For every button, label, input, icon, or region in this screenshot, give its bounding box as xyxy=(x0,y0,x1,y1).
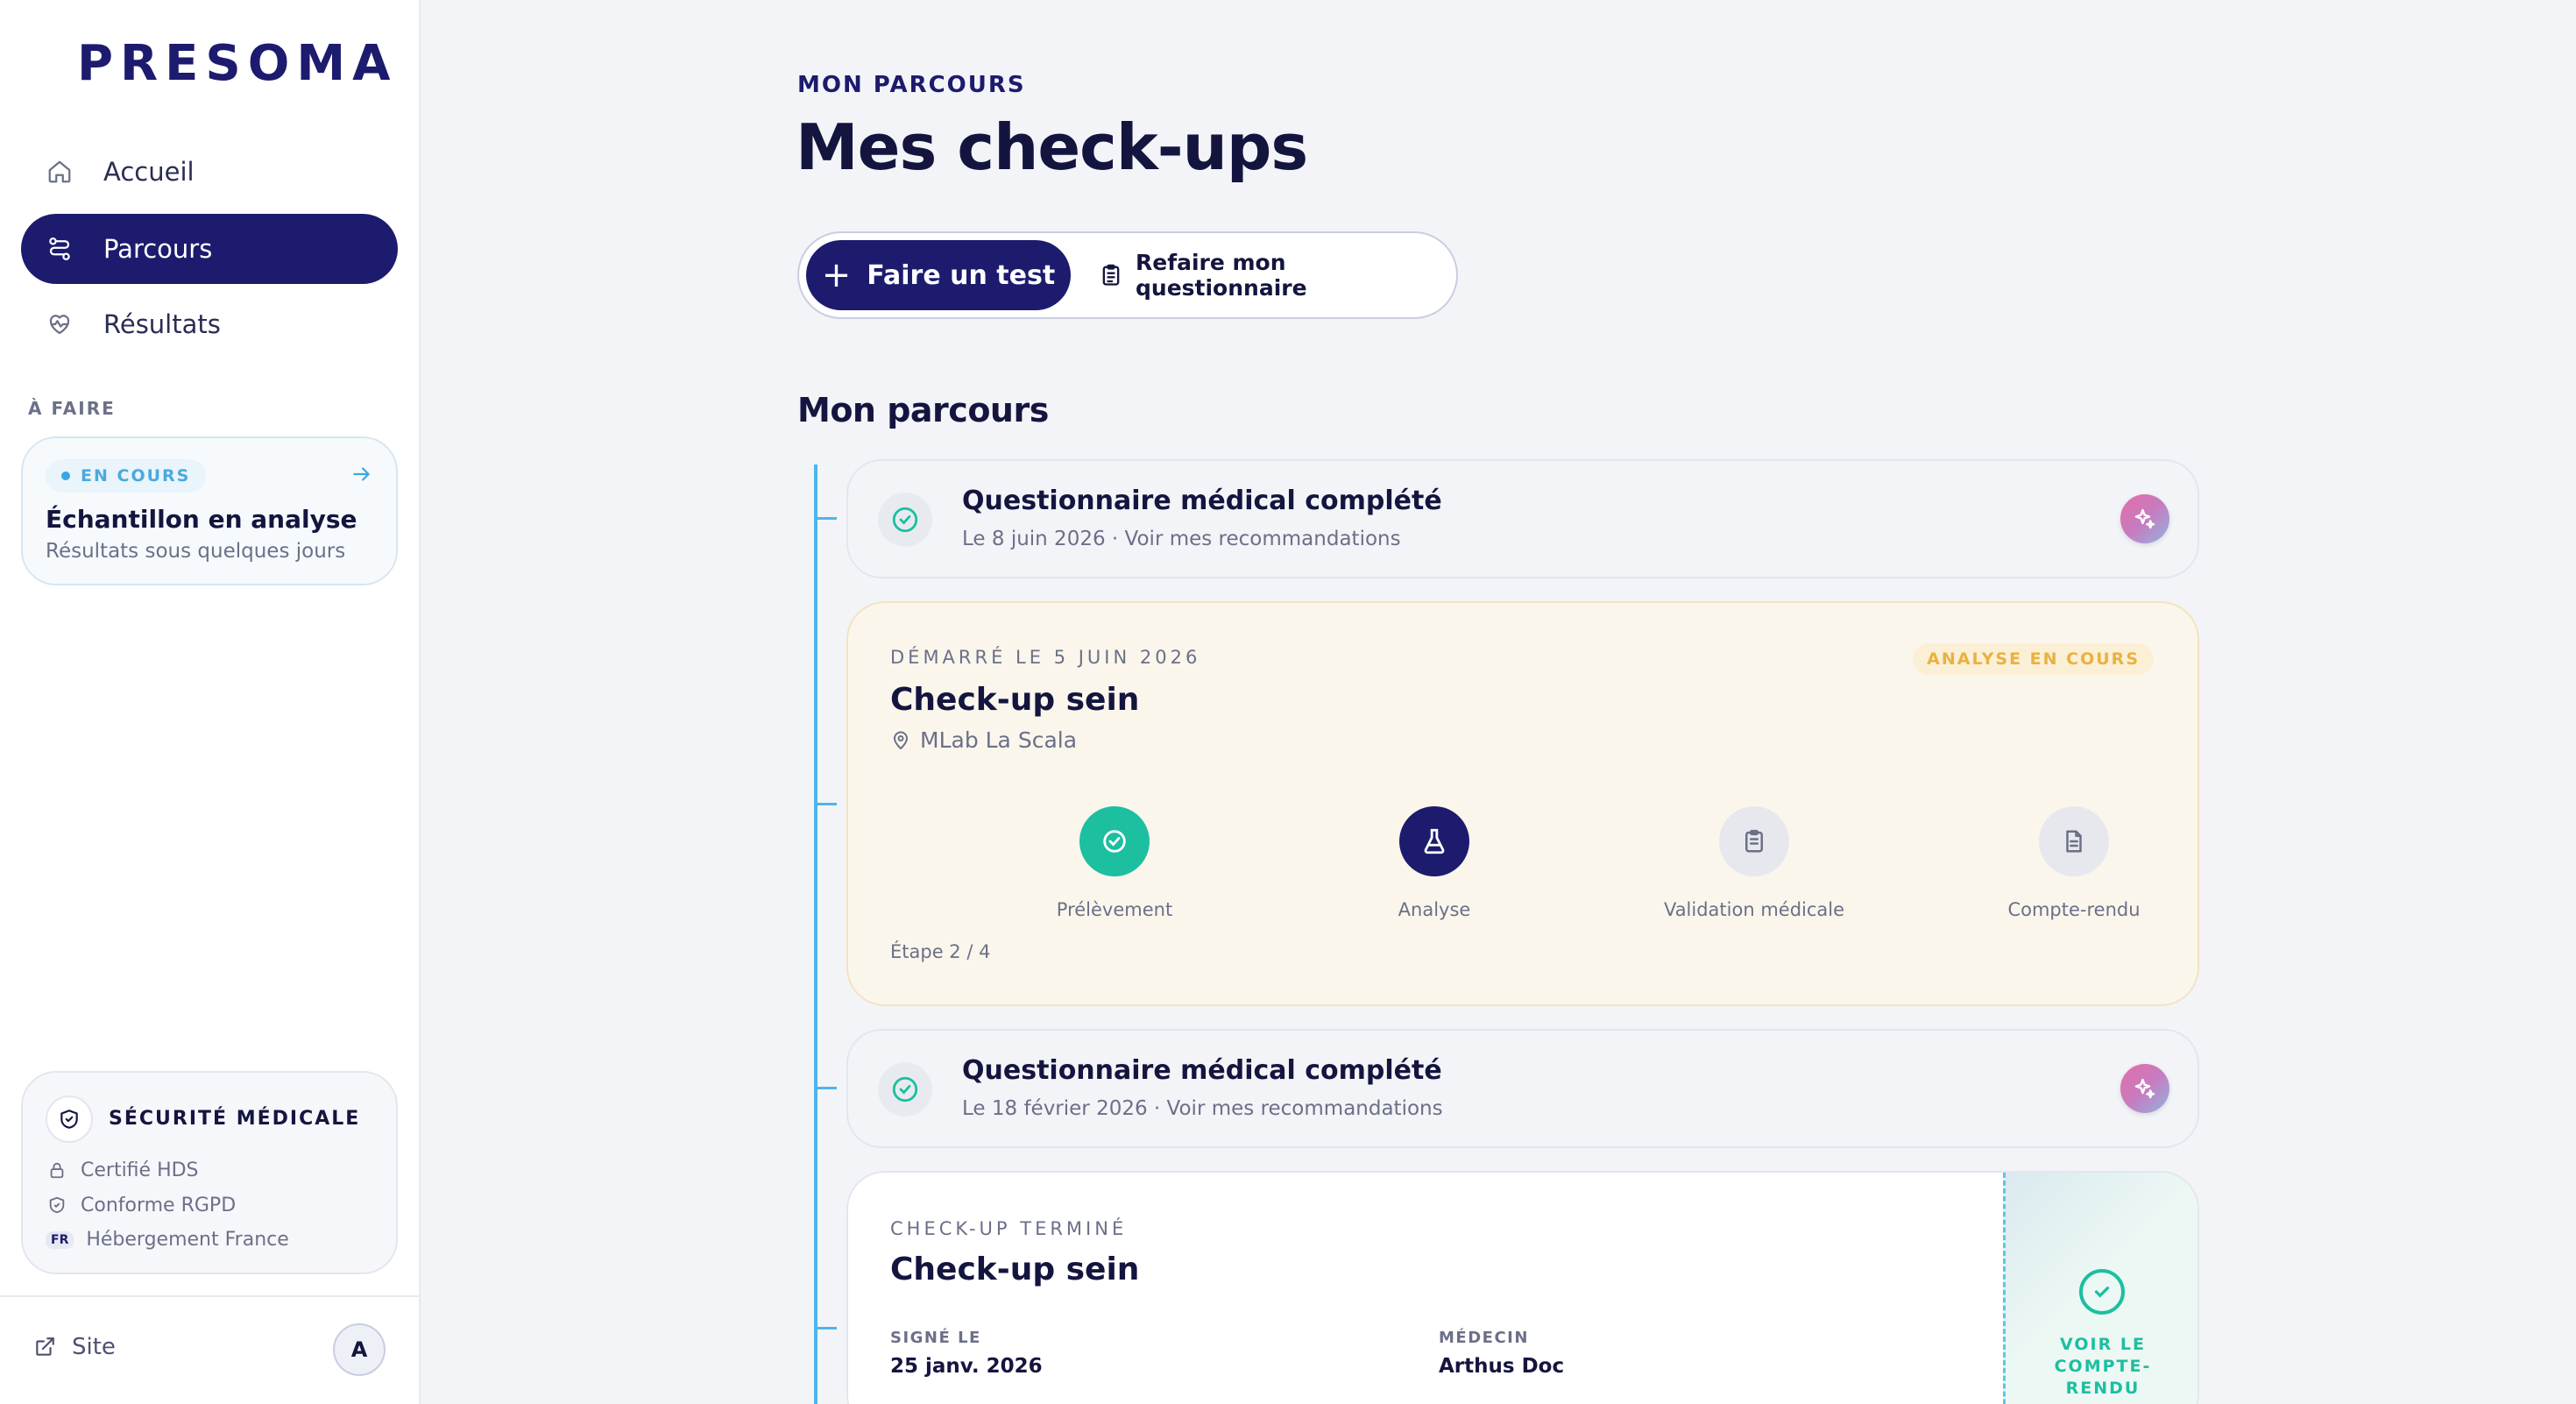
checkup-status: CHECK-UP TERMINÉ xyxy=(890,1218,1128,1239)
questionnaire-title: Questionnaire médical complété xyxy=(962,486,1442,516)
clipboard-icon xyxy=(1099,263,1123,287)
checkup-done-card[interactable]: CHECK-UP TERMINÉ Check-up sein SIGNÉ LE … xyxy=(846,1171,2199,1404)
security-title: SÉCURITÉ MÉDICALE xyxy=(109,1108,361,1130)
sidebar-item-parcours[interactable]: Parcours xyxy=(21,214,398,284)
todo-card-title: Échantillon en analyse xyxy=(46,505,357,534)
check-icon xyxy=(2079,1269,2125,1315)
view-report-label: VOIR LE COMPTE-RENDU xyxy=(2054,1335,2152,1398)
check-circle-icon xyxy=(1079,806,1150,876)
route-icon xyxy=(42,231,77,266)
todo-card-subtitle: Résultats sous quelques jours xyxy=(46,540,346,563)
document-icon xyxy=(2039,806,2109,876)
timeline-tick xyxy=(816,1327,837,1330)
sidebar: PRESOMA Accueil Parcours Résultats À FAI… xyxy=(0,0,421,1404)
questionnaire-title: Questionnaire médical complété xyxy=(962,1055,1442,1086)
doctor-label: MÉDECIN xyxy=(1439,1329,1529,1347)
view-report-button[interactable]: VOIR LE COMPTE-RENDU xyxy=(2003,1173,2197,1404)
checkup-title: Check-up sein xyxy=(890,1252,1140,1287)
clipboard-icon xyxy=(1719,806,1789,876)
check-circle-icon xyxy=(878,1062,932,1117)
fr-flag-badge: FR xyxy=(46,1230,74,1249)
site-link[interactable]: Site xyxy=(33,1334,116,1360)
doctor-value: Arthus Doc xyxy=(1439,1355,1565,1378)
status-badge: ANALYSE EN COURS xyxy=(1913,643,2154,675)
step-label: Analyse xyxy=(1398,899,1471,920)
step-analyse: Analyse xyxy=(1303,806,1566,920)
shield-icon xyxy=(46,1096,93,1143)
section-title: Mon parcours xyxy=(797,391,1049,429)
timeline-tick xyxy=(816,803,837,805)
refaire-questionnaire-button[interactable]: Refaire mon questionnaire xyxy=(1099,240,1456,310)
map-pin-icon xyxy=(890,730,911,751)
step-progress: Étape 2 / 4 xyxy=(890,941,991,962)
signed-label: SIGNÉ LE xyxy=(890,1329,981,1347)
sidebar-item-label: Accueil xyxy=(103,157,195,187)
check-circle-icon xyxy=(878,493,932,547)
brand-logo[interactable]: PRESOMA xyxy=(77,35,397,92)
checkup-start-date: DÉMARRÉ LE 5 JUIN 2026 xyxy=(890,647,1201,668)
shield-check-icon xyxy=(46,1194,68,1216)
todo-section-label: À FAIRE xyxy=(28,398,116,419)
checkup-active-card[interactable]: DÉMARRÉ LE 5 JUIN 2026 ANALYSE EN COURS … xyxy=(846,601,2199,1006)
security-item: Conforme RGPD xyxy=(46,1194,236,1216)
sidebar-item-label: Parcours xyxy=(103,234,213,264)
todo-card[interactable]: EN COURS Échantillon en analyse Résultat… xyxy=(21,436,398,585)
sparkles-icon[interactable] xyxy=(2120,494,2169,543)
checkup-location: MLab La Scala xyxy=(890,727,1077,753)
plus-icon: + xyxy=(821,255,852,295)
step-label: Validation médicale xyxy=(1663,899,1845,920)
sidebar-divider xyxy=(0,1295,421,1297)
external-link-icon xyxy=(33,1336,56,1358)
home-icon xyxy=(42,154,77,189)
action-bar: + Faire un test Refaire mon questionnair… xyxy=(797,231,1458,319)
timeline-tick xyxy=(816,1087,837,1089)
avatar[interactable]: A xyxy=(333,1323,386,1376)
sidebar-item-resultats[interactable]: Résultats xyxy=(21,289,398,359)
page-eyebrow: MON PARCOURS xyxy=(797,72,1026,98)
step-validation: Validation médicale xyxy=(1623,806,1886,920)
questionnaire-subtitle: Le 8 juin 2026 · Voir mes recommandation… xyxy=(962,528,1401,550)
sidebar-item-accueil[interactable]: Accueil xyxy=(21,137,398,207)
questionnaire-card[interactable]: Questionnaire médical complété Le 8 juin… xyxy=(846,459,2199,578)
status-badge: EN COURS xyxy=(46,459,207,493)
lock-icon xyxy=(46,1159,68,1181)
step-label: Prélèvement xyxy=(1056,899,1173,920)
step-prelevement: Prélèvement xyxy=(983,806,1246,920)
step-compte-rendu: Compte-rendu xyxy=(1943,806,2205,920)
page-title: Mes check-ups xyxy=(796,110,1308,184)
questionnaire-subtitle: Le 18 février 2026 · Voir mes recommanda… xyxy=(962,1097,1443,1120)
timeline-tick xyxy=(816,517,837,520)
step-label: Compte-rendu xyxy=(2007,899,2141,920)
questionnaire-card[interactable]: Questionnaire médical complété Le 18 fév… xyxy=(846,1029,2199,1148)
signed-value: 25 janv. 2026 xyxy=(890,1355,1043,1378)
faire-un-test-button[interactable]: + Faire un test xyxy=(806,240,1071,310)
security-card: SÉCURITÉ MÉDICALE Certifié HDS Conforme … xyxy=(21,1071,398,1274)
flask-icon xyxy=(1399,806,1469,876)
sidebar-item-label: Résultats xyxy=(103,309,221,339)
security-item: Certifié HDS xyxy=(46,1159,199,1181)
heart-pulse-icon xyxy=(42,307,77,342)
checkup-title: Check-up sein xyxy=(890,682,1140,718)
arrow-right-icon xyxy=(350,463,373,492)
timeline-line xyxy=(814,464,817,1404)
sparkles-icon[interactable] xyxy=(2120,1064,2169,1113)
security-item: FR Hébergement France xyxy=(46,1229,289,1251)
